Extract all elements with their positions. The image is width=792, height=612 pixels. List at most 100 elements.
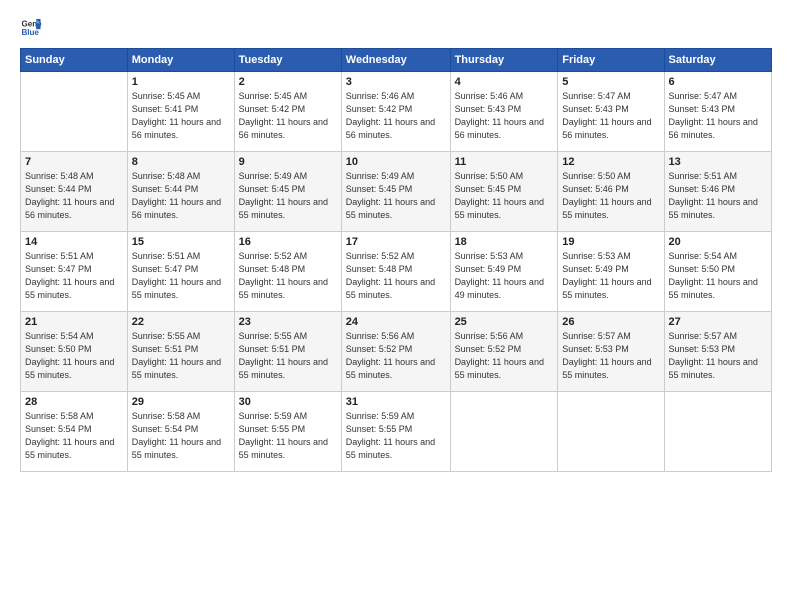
day-info: Sunrise: 5:51 AMSunset: 5:47 PMDaylight:…	[25, 250, 123, 302]
day-number: 27	[669, 316, 767, 328]
day-number: 19	[562, 236, 659, 248]
calendar-day-cell: 25Sunrise: 5:56 AMSunset: 5:52 PMDayligh…	[450, 312, 558, 392]
day-info: Sunrise: 5:58 AMSunset: 5:54 PMDaylight:…	[132, 410, 230, 462]
day-number: 13	[669, 156, 767, 168]
day-info: Sunrise: 5:57 AMSunset: 5:53 PMDaylight:…	[669, 330, 767, 382]
day-number: 16	[239, 236, 337, 248]
day-number: 2	[239, 76, 337, 88]
day-of-week-header: Tuesday	[234, 49, 341, 72]
day-info: Sunrise: 5:49 AMSunset: 5:45 PMDaylight:…	[239, 170, 337, 222]
calendar-day-cell	[558, 392, 664, 472]
calendar-day-cell: 12 Sunrise: 5:50 AMSunset: 5:46 PMDayligh…	[558, 152, 664, 232]
day-number: 11	[455, 156, 554, 168]
day-info: Sunrise: 5:50 AMSunset: 5:46 PMDaylight:…	[562, 170, 659, 222]
day-info: Sunrise: 5:58 AMSunset: 5:54 PMDaylight:…	[25, 410, 123, 462]
calendar-week-row: 14 Sunrise: 5:51 AMSunset: 5:47 PMDayligh…	[21, 232, 772, 312]
calendar-day-cell: 17 Sunrise: 5:52 AMSunset: 5:48 PMDayligh…	[341, 232, 450, 312]
calendar-day-cell: 15 Sunrise: 5:51 AMSunset: 5:47 PMDayligh…	[127, 232, 234, 312]
calendar-day-cell: 7 Sunrise: 5:48 AMSunset: 5:44 PMDaylight…	[21, 152, 128, 232]
calendar-day-cell	[21, 72, 128, 152]
day-info: Sunrise: 5:47 AMSunset: 5:43 PMDaylight:…	[562, 90, 659, 142]
day-info: Sunrise: 5:56 AMSunset: 5:52 PMDaylight:…	[346, 330, 446, 382]
logo-icon: General Blue	[20, 16, 42, 38]
calendar-day-cell: 21 Sunrise: 5:54 AMSunset: 5:50 PMDayligh…	[21, 312, 128, 392]
calendar-day-cell: 4 Sunrise: 5:46 AMSunset: 5:43 PMDaylight…	[450, 72, 558, 152]
day-number: 9	[239, 156, 337, 168]
day-info: Sunrise: 5:53 AMSunset: 5:49 PMDaylight:…	[455, 250, 554, 302]
day-number: 1	[132, 76, 230, 88]
day-of-week-header: Wednesday	[341, 49, 450, 72]
day-info: Sunrise: 5:55 AMSunset: 5:51 PMDaylight:…	[239, 330, 337, 382]
day-number: 17	[346, 236, 446, 248]
calendar-day-cell: 9 Sunrise: 5:49 AMSunset: 5:45 PMDaylight…	[234, 152, 341, 232]
day-number: 26	[562, 316, 659, 328]
day-number: 20	[669, 236, 767, 248]
day-number: 15	[132, 236, 230, 248]
day-number: 28	[25, 396, 123, 408]
day-number: 14	[25, 236, 123, 248]
day-number: 18	[455, 236, 554, 248]
calendar-day-cell: 24 Sunrise: 5:56 AMSunset: 5:52 PMDayligh…	[341, 312, 450, 392]
calendar-day-cell: 14 Sunrise: 5:51 AMSunset: 5:47 PMDayligh…	[21, 232, 128, 312]
day-number: 7	[25, 156, 123, 168]
day-number: 3	[346, 76, 446, 88]
day-number: 30	[239, 396, 337, 408]
calendar-day-cell: 29 Sunrise: 5:58 AMSunset: 5:54 PMDayligh…	[127, 392, 234, 472]
day-info: Sunrise: 5:52 AMSunset: 5:48 PMDaylight:…	[346, 250, 446, 302]
day-of-week-header: Friday	[558, 49, 664, 72]
day-info: Sunrise: 5:53 AMSunset: 5:49 PMDaylight:…	[562, 250, 659, 302]
calendar-day-cell: 26 Sunrise: 5:57 AMSunset: 5:53 PMDayligh…	[558, 312, 664, 392]
calendar-day-cell: 5Sunrise: 5:47 AMSunset: 5:43 PMDaylight…	[558, 72, 664, 152]
calendar-day-cell: 20 Sunrise: 5:54 AMSunset: 5:50 PMDayligh…	[664, 232, 771, 312]
day-number: 24	[346, 316, 446, 328]
calendar-day-cell	[450, 392, 558, 472]
day-info: Sunrise: 5:54 AMSunset: 5:50 PMDaylight:…	[669, 250, 767, 302]
day-info: Sunrise: 5:46 AMSunset: 5:43 PMDaylight:…	[455, 90, 554, 142]
calendar-day-cell: 23 Sunrise: 5:55 AMSunset: 5:51 PMDayligh…	[234, 312, 341, 392]
calendar-day-cell: 1 Sunrise: 5:45 AMSunset: 5:41 PMDaylight…	[127, 72, 234, 152]
day-info: Sunrise: 5:46 AMSunset: 5:42 PMDaylight:…	[346, 90, 446, 142]
calendar-week-row: 1 Sunrise: 5:45 AMSunset: 5:41 PMDaylight…	[21, 72, 772, 152]
calendar-day-cell: 19 Sunrise: 5:53 AMSunset: 5:49 PMDayligh…	[558, 232, 664, 312]
calendar-day-cell: 2Sunrise: 5:45 AMSunset: 5:42 PMDaylight…	[234, 72, 341, 152]
calendar-day-cell: 13 Sunrise: 5:51 AMSunset: 5:46 PMDayligh…	[664, 152, 771, 232]
day-info: Sunrise: 5:47 AMSunset: 5:43 PMDaylight:…	[669, 90, 767, 142]
calendar-day-cell: 27 Sunrise: 5:57 AMSunset: 5:53 PMDayligh…	[664, 312, 771, 392]
calendar-header-row: SundayMondayTuesdayWednesdayThursdayFrid…	[21, 49, 772, 72]
day-info: Sunrise: 5:48 AMSunset: 5:44 PMDaylight:…	[25, 170, 123, 222]
day-info: Sunrise: 5:54 AMSunset: 5:50 PMDaylight:…	[25, 330, 123, 382]
page: General Blue SundayMondayTuesdayWednesda…	[0, 0, 792, 612]
day-info: Sunrise: 5:59 AMSunset: 5:55 PMDaylight:…	[239, 410, 337, 462]
calendar-week-row: 7 Sunrise: 5:48 AMSunset: 5:44 PMDaylight…	[21, 152, 772, 232]
day-of-week-header: Saturday	[664, 49, 771, 72]
day-number: 31	[346, 396, 446, 408]
day-info: Sunrise: 5:51 AMSunset: 5:47 PMDaylight:…	[132, 250, 230, 302]
day-info: Sunrise: 5:55 AMSunset: 5:51 PMDaylight:…	[132, 330, 230, 382]
calendar-day-cell: 3 Sunrise: 5:46 AMSunset: 5:42 PMDaylight…	[341, 72, 450, 152]
day-info: Sunrise: 5:56 AMSunset: 5:52 PMDaylight:…	[455, 330, 554, 382]
day-info: Sunrise: 5:51 AMSunset: 5:46 PMDaylight:…	[669, 170, 767, 222]
day-number: 29	[132, 396, 230, 408]
day-info: Sunrise: 5:50 AMSunset: 5:45 PMDaylight:…	[455, 170, 554, 222]
day-number: 21	[25, 316, 123, 328]
day-info: Sunrise: 5:59 AMSunset: 5:55 PMDaylight:…	[346, 410, 446, 462]
calendar-day-cell: 8Sunrise: 5:48 AMSunset: 5:44 PMDaylight…	[127, 152, 234, 232]
day-info: Sunrise: 5:57 AMSunset: 5:53 PMDaylight:…	[562, 330, 659, 382]
calendar-week-row: 21 Sunrise: 5:54 AMSunset: 5:50 PMDayligh…	[21, 312, 772, 392]
day-of-week-header: Monday	[127, 49, 234, 72]
calendar-day-cell: 6Sunrise: 5:47 AMSunset: 5:43 PMDaylight…	[664, 72, 771, 152]
calendar-day-cell: 30 Sunrise: 5:59 AMSunset: 5:55 PMDayligh…	[234, 392, 341, 472]
day-number: 4	[455, 76, 554, 88]
calendar-day-cell: 16 Sunrise: 5:52 AMSunset: 5:48 PMDayligh…	[234, 232, 341, 312]
day-info: Sunrise: 5:52 AMSunset: 5:48 PMDaylight:…	[239, 250, 337, 302]
calendar-day-cell: 22 Sunrise: 5:55 AMSunset: 5:51 PMDayligh…	[127, 312, 234, 392]
day-of-week-header: Sunday	[21, 49, 128, 72]
day-number: 12	[562, 156, 659, 168]
header: General Blue	[20, 16, 772, 38]
day-number: 22	[132, 316, 230, 328]
day-number: 8	[132, 156, 230, 168]
calendar-day-cell: 10Sunrise: 5:49 AMSunset: 5:45 PMDayligh…	[341, 152, 450, 232]
day-number: 23	[239, 316, 337, 328]
calendar-day-cell: 18 Sunrise: 5:53 AMSunset: 5:49 PMDayligh…	[450, 232, 558, 312]
day-info: Sunrise: 5:45 AMSunset: 5:41 PMDaylight:…	[132, 90, 230, 142]
